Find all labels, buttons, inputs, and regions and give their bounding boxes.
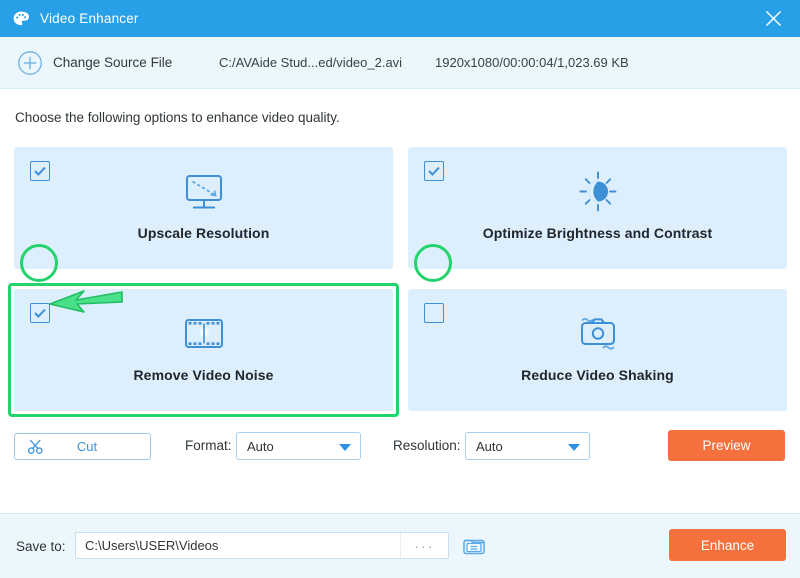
option-label-remove-video-noise: Remove Video Noise	[133, 367, 274, 383]
option-card-upscale-resolution[interactable]: Upscale Resolution	[14, 147, 393, 269]
close-icon[interactable]	[746, 0, 800, 37]
source-file-bar: Change Source File C:/AVAide Stud...ed/v…	[0, 37, 800, 89]
monitor-upscale-icon	[176, 169, 232, 219]
format-select-value: Auto	[247, 438, 274, 454]
video-enhancer-window: Video Enhancer Change Source File C:/AVA…	[0, 0, 800, 578]
option-label-upscale-resolution: Upscale Resolution	[137, 225, 270, 241]
change-source-file-button[interactable]: Change Source File	[53, 55, 172, 70]
window-title: Video Enhancer	[40, 11, 139, 26]
controls-row: Cut Format: Auto Resolution: Auto Previe…	[0, 429, 800, 479]
cut-button-label: Cut	[76, 439, 98, 454]
camera-stabilize-icon	[570, 311, 626, 361]
film-strip-icon	[176, 311, 232, 361]
option-label-optimize-brightness: Optimize Brightness and Contrast	[482, 225, 713, 241]
resolution-select[interactable]: Auto	[465, 432, 590, 460]
folder-open-icon[interactable]	[462, 534, 486, 556]
option-card-optimize-brightness[interactable]: Optimize Brightness and Contrast	[408, 147, 787, 269]
save-path-input[interactable]: C:\Users\USER\Videos ···	[75, 532, 449, 559]
resolution-select-value: Auto	[476, 438, 503, 454]
checkbox-optimize-brightness[interactable]	[424, 161, 444, 181]
option-card-remove-video-noise[interactable]: Remove Video Noise	[14, 289, 393, 411]
enhance-button[interactable]: Enhance	[669, 529, 786, 561]
scissors-icon	[27, 438, 44, 455]
browse-button[interactable]: ···	[400, 533, 448, 558]
title-bar: Video Enhancer	[0, 0, 800, 37]
footer-bar: Save to: C:\Users\USER\Videos ··· Enhanc…	[0, 513, 800, 578]
preview-button[interactable]: Preview	[668, 430, 785, 461]
instruction-text: Choose the following options to enhance …	[15, 110, 340, 125]
cut-button[interactable]: Cut	[14, 433, 151, 460]
save-path-value: C:\Users\USER\Videos	[85, 538, 219, 553]
save-to-label: Save to:	[16, 539, 66, 554]
brightness-sun-icon	[570, 169, 626, 219]
source-file-path: C:/AVAide Stud...ed/video_2.avi	[219, 55, 403, 70]
checkbox-remove-video-noise[interactable]	[30, 303, 50, 323]
checkbox-reduce-video-shaking[interactable]	[424, 303, 444, 323]
resolution-label: Resolution:	[393, 438, 461, 453]
option-label-reduce-video-shaking: Reduce Video Shaking	[521, 367, 674, 383]
format-select[interactable]: Auto	[236, 432, 361, 460]
chevron-down-icon	[568, 444, 580, 451]
source-file-meta: 1920x1080/00:00:04/1,023.69 KB	[435, 55, 629, 70]
checkbox-upscale-resolution[interactable]	[30, 161, 50, 181]
option-card-reduce-video-shaking[interactable]: Reduce Video Shaking	[408, 289, 787, 411]
palette-icon	[11, 9, 31, 29]
plus-circle-icon[interactable]	[17, 50, 43, 76]
format-label: Format:	[185, 438, 232, 453]
main-content: Choose the following options to enhance …	[0, 89, 800, 513]
chevron-down-icon	[339, 444, 351, 451]
